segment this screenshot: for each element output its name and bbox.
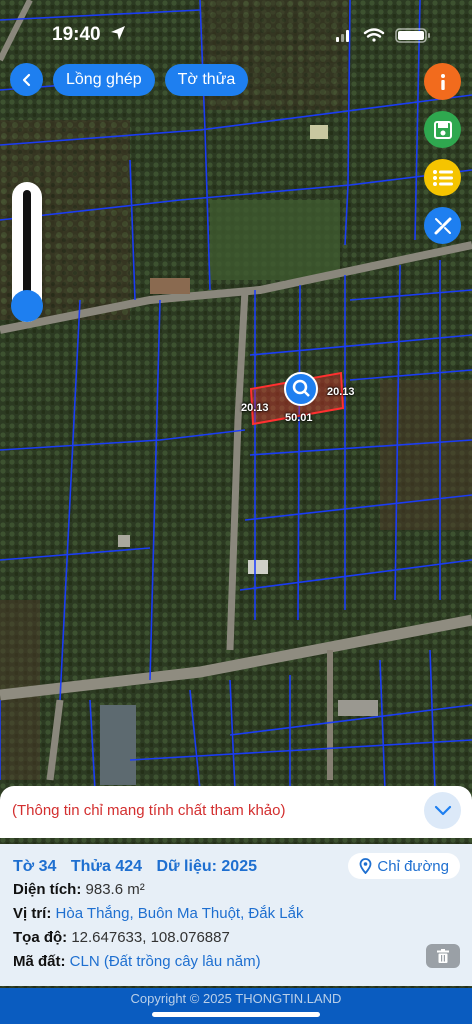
cellular-signal-icon <box>336 30 349 42</box>
disclaimer-bar: (Thông tin chỉ mang tính chất tham khảo) <box>0 786 472 838</box>
location-arrow-icon <box>111 26 125 40</box>
battery-icon <box>395 28 430 43</box>
info-button[interactable] <box>424 63 461 100</box>
footer: Copyright © 2025 THONGTIN.LAND <box>0 988 472 1024</box>
status-bar: 19:40 <box>0 22 472 48</box>
top-toolbar: Lồng ghép Tờ thửa <box>10 63 249 96</box>
floppy-disk-icon <box>433 120 452 139</box>
sheet-number: Tờ 34 <box>13 858 57 875</box>
info-icon <box>440 73 445 90</box>
directions-button[interactable]: Chỉ đường <box>348 853 460 879</box>
parcel-info-sheet: (Thông tin chỉ mang tính chất tham khảo)… <box>0 786 472 1024</box>
save-button[interactable] <box>424 111 461 148</box>
overlay-button[interactable]: Lồng ghép <box>53 63 155 96</box>
wifi-icon <box>363 28 385 42</box>
status-icons <box>336 28 430 43</box>
location-value: Hòa Thắng, Buôn Ma Thuột, Đắk Lắk <box>55 905 304 922</box>
status-time: 19:40 <box>52 24 101 45</box>
chevron-left-icon <box>22 73 30 86</box>
copyright-text: Copyright © 2025 THONGTIN.LAND <box>130 991 342 1006</box>
collapse-button[interactable] <box>424 792 461 829</box>
list-button[interactable] <box>424 159 461 196</box>
chevron-down-icon <box>434 805 451 815</box>
land-code-row: Mã đất: CLN (Đất trồng cây lâu năm) <box>13 953 261 970</box>
list-icon <box>432 169 453 186</box>
measure-button[interactable] <box>424 207 461 244</box>
delete-button[interactable] <box>426 944 460 968</box>
plot-edge-right-label: 20.13 <box>327 386 355 398</box>
back-button[interactable] <box>10 63 43 96</box>
coordinates-key: Tọa độ: <box>13 929 68 946</box>
data-year: Dữ liệu: 2025 <box>156 858 257 875</box>
ruler-pencil-icon <box>434 217 451 234</box>
home-indicator[interactable] <box>152 1012 320 1017</box>
zoom-slider[interactable] <box>11 182 43 322</box>
plot-edge-left-label: 20.13 <box>241 402 269 414</box>
trash-icon <box>437 949 449 963</box>
location-key: Vị trí: <box>13 905 52 922</box>
zoom-slider-thumb[interactable] <box>11 290 43 322</box>
land-code-value: CLN (Đất trồng cây lâu năm) <box>69 953 261 970</box>
parcel-sheet-button[interactable]: Tờ thửa <box>164 63 249 96</box>
area-value: 983.6 m² <box>85 881 145 898</box>
land-code-key: Mã đất: <box>13 953 66 970</box>
coordinates-row: Tọa độ: 12.647633, 108.076887 <box>13 929 230 946</box>
parcel-details: Tờ 34 Thửa 424 Dữ liệu: 2025 Chỉ đường D… <box>0 844 472 986</box>
disclaimer-text: (Thông tin chỉ mang tính chất tham khảo) <box>12 802 286 819</box>
parcel-header: Tờ 34 Thửa 424 Dữ liệu: 2025 <box>13 858 267 876</box>
parcel-number: Thửa 424 <box>70 858 143 875</box>
location-row: Vị trí: Hòa Thắng, Buôn Ma Thuột, Đắk Lắ… <box>13 905 303 922</box>
directions-label: Chỉ đường <box>377 857 449 875</box>
area-key: Diện tích: <box>13 881 82 898</box>
plot-edge-bottom-label: 50.01 <box>285 412 313 424</box>
area-row: Diện tích: 983.6 m² <box>13 881 145 898</box>
coordinates-value: 12.647633, 108.076887 <box>71 929 230 946</box>
map-pin-icon <box>360 858 372 874</box>
